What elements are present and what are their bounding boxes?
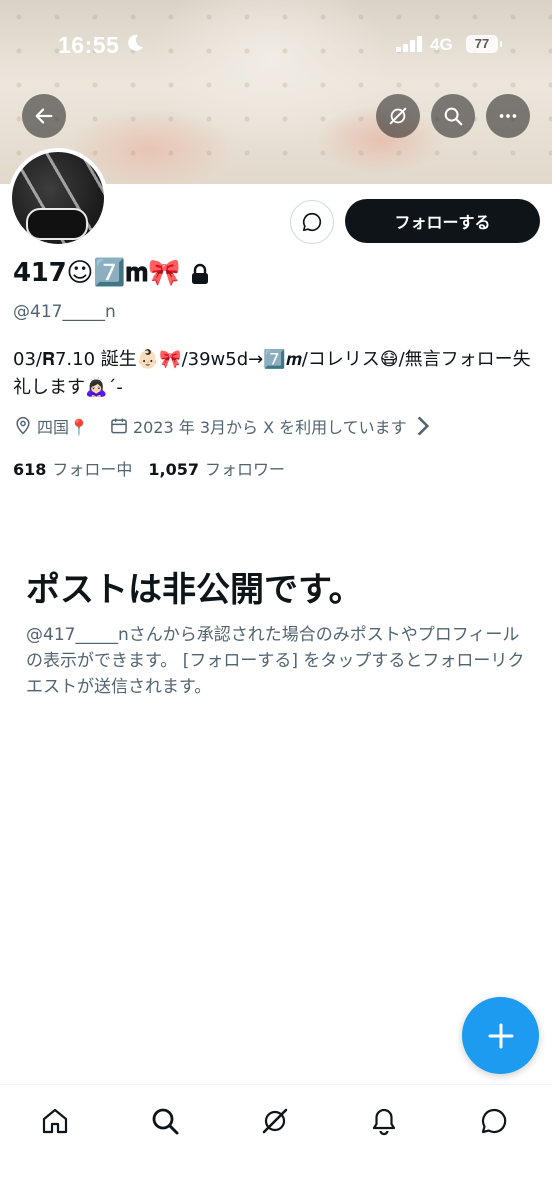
search-button[interactable]: [431, 94, 475, 138]
nav-grok[interactable]: [257, 1103, 293, 1139]
plus-icon: [488, 1023, 513, 1048]
notifications-icon: [372, 1108, 396, 1136]
private-description: @417_____nさんから承認された場合のみポストやプロフィールの表示ができま…: [26, 625, 525, 697]
back-button[interactable]: [22, 94, 66, 138]
avatar[interactable]: [8, 148, 108, 248]
calendar-icon: [111, 418, 127, 434]
nav-home[interactable]: [37, 1103, 73, 1139]
joined-date[interactable]: 2023 年 3月から X を利用しています: [133, 414, 407, 438]
followers-link[interactable]: 1,057 フォロワー: [148, 456, 285, 480]
following-count: 618: [13, 460, 47, 479]
name-row: 417☺︎7️⃣𝐦🎀: [13, 258, 210, 289]
lock-icon: [192, 263, 209, 284]
status-bar: 16:55 4G 77: [0, 0, 552, 90]
private-title: ポストは非公開です。: [26, 570, 363, 610]
signal-icon: [396, 36, 424, 52]
message-button[interactable]: [290, 200, 334, 244]
bio: 03/𝐑7.10 誕生👶🏻🎀/39w5d→7️⃣𝒎/コレリス😷/無言フォロー失礼…: [13, 349, 531, 398]
follow-button[interactable]: フォローする: [345, 199, 540, 243]
home-icon: [42, 1108, 68, 1134]
more-button[interactable]: [486, 94, 530, 138]
followers-count: 1,057: [148, 460, 200, 479]
nav-notifications[interactable]: [366, 1103, 402, 1139]
follow-counts: 618 フォロー中 1,057 フォロワー: [13, 456, 285, 480]
messages-icon: [481, 1108, 507, 1134]
moon-icon: [128, 34, 143, 51]
location-icon: [16, 416, 30, 435]
location-text: 四国📍: [37, 418, 89, 437]
grok-icon: [389, 107, 407, 125]
following-label: フォロー中: [52, 460, 133, 479]
chevron-right-icon: [417, 416, 429, 436]
profile-meta: 四国📍 2023 年 3月から X を利用しています: [13, 414, 437, 438]
handle: @417_____n: [13, 302, 116, 322]
followers-label: フォロワー: [205, 460, 286, 479]
status-time: 16:55: [58, 32, 120, 58]
nav-search[interactable]: [147, 1103, 183, 1139]
grok-button[interactable]: [376, 94, 420, 138]
more-icon: [499, 114, 517, 118]
search-icon: [444, 107, 463, 126]
arrow-left-icon: [35, 108, 53, 124]
compose-button[interactable]: [462, 997, 539, 1074]
display-name: 417☺︎7️⃣𝐦🎀: [13, 258, 181, 288]
battery-icon: 77: [466, 35, 502, 53]
chat-bubble-icon: [302, 212, 322, 232]
nav-messages[interactable]: [476, 1103, 512, 1139]
grok-icon: [262, 1108, 288, 1134]
bottom-nav: [0, 1084, 552, 1200]
following-link[interactable]: 618 フォロー中: [13, 456, 132, 480]
network-type: 4G: [430, 35, 453, 54]
search-icon: [152, 1108, 179, 1135]
